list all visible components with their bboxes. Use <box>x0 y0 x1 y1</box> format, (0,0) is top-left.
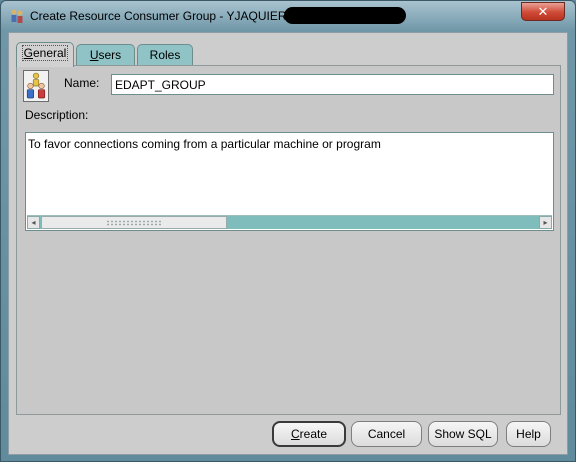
scrollbar-thumb[interactable] <box>41 216 227 229</box>
description-label: Description: <box>25 108 89 122</box>
cancel-button[interactable]: Cancel <box>351 421 422 447</box>
close-button[interactable]: ✕ <box>521 2 565 21</box>
resource-group-icon <box>11 9 23 23</box>
scroll-left-icon[interactable]: ◂ <box>27 216 40 229</box>
scroll-right-icon[interactable]: ▸ <box>539 216 552 229</box>
show-sql-button[interactable]: Show SQL <box>428 421 498 447</box>
help-button[interactable]: Help <box>506 421 551 447</box>
horizontal-scrollbar[interactable]: ◂ ▸ <box>27 215 552 229</box>
tab-roles[interactable]: Roles <box>137 44 193 66</box>
name-label: Name: <box>64 76 100 90</box>
description-text: To favor connections coming from a parti… <box>28 137 381 151</box>
tab-general[interactable]: General <box>16 42 74 67</box>
tab-users[interactable]: Users <box>76 44 135 66</box>
grip-icon <box>106 220 162 226</box>
create-button[interactable]: Create <box>272 421 346 447</box>
tab-general-label: General <box>21 45 69 61</box>
tab-roles-label: Roles <box>149 48 181 62</box>
close-icon: ✕ <box>537 4 549 19</box>
title-bar[interactable]: Create Resource Consumer Group - YJAQUIE… <box>1 1 575 31</box>
name-input[interactable] <box>111 74 554 95</box>
general-panel: Name: Description: To favor connections … <box>16 65 561 415</box>
consumer-group-icon <box>23 70 49 102</box>
redacted-block <box>284 7 406 24</box>
dialog-body: General Users Roles Name: Description: T… <box>8 32 568 455</box>
description-textarea[interactable]: To favor connections coming from a parti… <box>25 132 554 231</box>
window-title: Create Resource Consumer Group - YJAQUIE… <box>30 9 299 23</box>
tab-users-label: Users <box>89 48 122 62</box>
dialog-window: Create Resource Consumer Group - YJAQUIE… <box>0 0 576 462</box>
